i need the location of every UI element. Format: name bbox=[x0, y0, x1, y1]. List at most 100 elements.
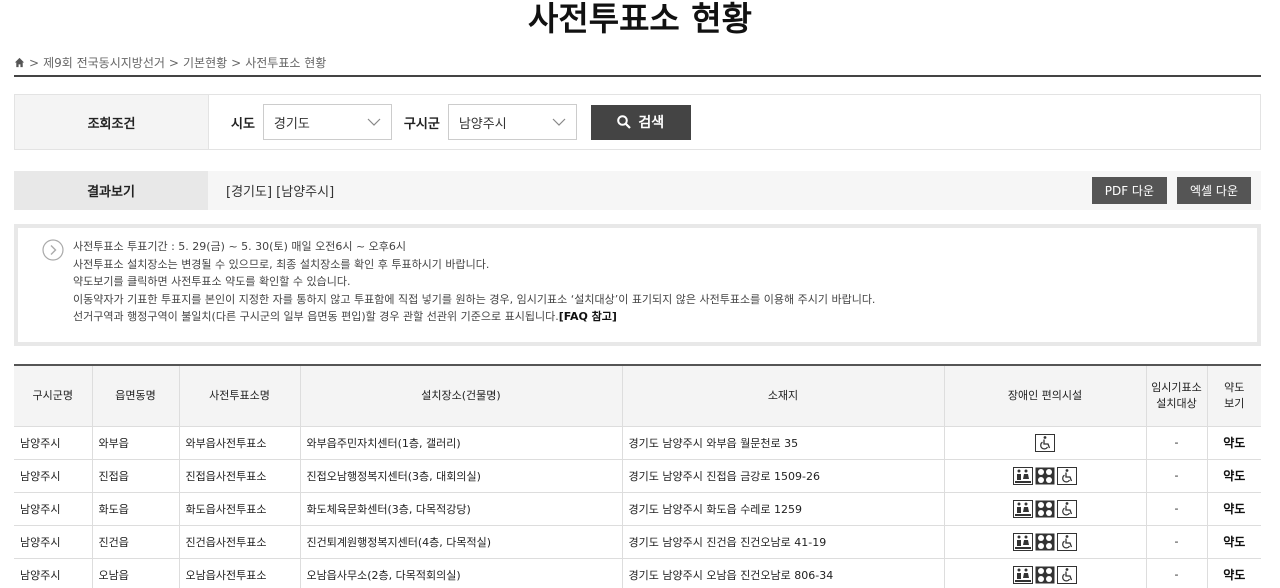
table-header-row: 구시군명 읍면동명 사전투표소명 설치장소(건물명) 소재지 장애인 편의시설 … bbox=[14, 364, 1261, 427]
faq-link[interactable]: [FAQ 참고] bbox=[559, 310, 617, 323]
header-station: 사전투표소명 bbox=[179, 364, 301, 427]
header-facilities: 장애인 편의시설 bbox=[944, 364, 1147, 427]
gusigun-select-value: 남양주시 bbox=[458, 116, 507, 132]
table-row: 남양주시 화도읍 화도읍사전투표소 화도체육문화센터(3층, 다목적강당) 경기도 남양… bbox=[14, 492, 1261, 526]
polling-station-table: 구시군명 읍면동명 사전투표소명 설치장소(건물명) 소재지 장애인 편의시설 … bbox=[14, 364, 1261, 588]
table-row: 남양주시 진접읍 진접읍사전투표소 진접오남행정복지센터(3층, 대회의실) 경기도 남… bbox=[14, 459, 1261, 493]
header-gusigun: 구시군명 bbox=[14, 364, 93, 427]
search-panel: 조회조건 시도 경기도 구시군 남양주시 검색 bbox=[14, 94, 1261, 150]
cell-temp-booth: - bbox=[1146, 426, 1208, 460]
gusigun-label: 구시군 bbox=[403, 116, 440, 132]
wheelchair-icon bbox=[1057, 499, 1077, 518]
wheelchair-icon bbox=[1057, 466, 1077, 485]
cell-station: 진접읍사전투표소 bbox=[179, 459, 301, 493]
cell-temp-booth: - bbox=[1146, 525, 1208, 559]
result-bar: 결과보기 [경기도] [남양주시] PDF 다운 엑셀 다운 bbox=[14, 171, 1261, 210]
table-row: 남양주시 진건읍 진건읍사전투표소 진건퇴계원행정복지센터(4층, 다목적실) 경기도 … bbox=[14, 525, 1261, 559]
header-eupmyeon: 읍면동명 bbox=[92, 364, 180, 427]
table-row: 남양주시 와부읍 와부읍사전투표소 와부읍주민자치센터(1층, 갤러리) 경기도 남양주… bbox=[14, 426, 1261, 460]
header-temp-line2: 설치대상 bbox=[1156, 396, 1197, 410]
home-icon[interactable] bbox=[14, 57, 25, 68]
facility-icons bbox=[1013, 565, 1077, 584]
breadcrumb-item-election[interactable]: 제9회 전국동시지방선거 bbox=[43, 54, 165, 71]
breadcrumb-separator: > bbox=[29, 55, 40, 70]
cell-gusigun: 남양주시 bbox=[14, 459, 93, 493]
circle-arrow-icon bbox=[42, 239, 64, 261]
cell-place: 와부읍주민자치센터(1층, 갤러리) bbox=[300, 426, 623, 460]
cell-station: 화도읍사전투표소 bbox=[179, 492, 301, 526]
cell-place: 진접오남행정복지센터(3층, 대회의실) bbox=[300, 459, 623, 493]
sido-label: 시도 bbox=[231, 116, 255, 132]
cell-facilities bbox=[944, 426, 1147, 460]
search-icon bbox=[617, 115, 632, 129]
title-divider bbox=[14, 75, 1261, 77]
excel-download-button[interactable]: 엑셀 다운 bbox=[1177, 177, 1251, 204]
table-row: 남양주시 오남읍 오남읍사전투표소 오남읍사무소(2층, 다목적회의실) 경기도 남양주… bbox=[14, 558, 1261, 588]
notice-line-map: 약도보기를 클릭하면 사전투표소 약도를 확인할 수 있습니다. bbox=[73, 275, 351, 289]
cell-address: 경기도 남양주시 진접읍 금강로 1509-26 bbox=[622, 459, 945, 493]
cell-station: 오남읍사전투표소 bbox=[179, 558, 301, 588]
cell-gusigun: 남양주시 bbox=[14, 426, 93, 460]
pdf-download-button[interactable]: PDF 다운 bbox=[1091, 177, 1168, 204]
header-map: 약도보기 bbox=[1207, 364, 1261, 427]
notice-line-period: 사전투표소 투표기간 : 5. 29(금) ~ 5. 30(토) 매일 오전6시… bbox=[73, 240, 407, 253]
cell-place: 진건퇴계원행정복지센터(4층, 다목적실) bbox=[300, 525, 623, 559]
notice-line-district-text: 선거구역과 행정구역이 불일치(다른 구시군의 일부 읍면동 편입)할 경우 관… bbox=[73, 310, 559, 324]
search-button[interactable]: 검색 bbox=[590, 104, 691, 140]
cell-eupmyeon: 진접읍 bbox=[92, 459, 180, 493]
elevator-icon bbox=[1035, 533, 1055, 550]
header-map-line2: 보기 bbox=[1224, 396, 1245, 410]
result-filter-text: [경기도] [남양주시] bbox=[226, 185, 335, 200]
accessible-toilet-icon bbox=[1013, 466, 1033, 485]
cell-temp-booth: - bbox=[1146, 459, 1208, 493]
facility-icons bbox=[1013, 499, 1077, 518]
map-link[interactable]: 약도 bbox=[1207, 426, 1261, 460]
map-link[interactable]: 약도 bbox=[1207, 558, 1261, 588]
breadcrumb-separator: > bbox=[231, 55, 242, 70]
header-address: 소재지 bbox=[622, 364, 945, 427]
cell-temp-booth: - bbox=[1146, 492, 1208, 526]
cell-station: 와부읍사전투표소 bbox=[179, 426, 301, 460]
facility-icons bbox=[1013, 532, 1077, 551]
map-link[interactable]: 약도 bbox=[1207, 525, 1261, 559]
cell-address: 경기도 남양주시 와부읍 월문천로 35 bbox=[622, 426, 945, 460]
cell-address: 경기도 남양주시 화도읍 수레로 1259 bbox=[622, 492, 945, 526]
search-button-label: 검색 bbox=[638, 115, 665, 131]
wheelchair-icon bbox=[1035, 433, 1055, 452]
cell-facilities bbox=[944, 558, 1147, 588]
cell-facilities bbox=[944, 459, 1147, 493]
breadcrumb: > 제9회 전국동시지방선거 > 기본현황 > 사전투표소 현황 bbox=[14, 54, 326, 71]
cell-place: 오남읍사무소(2층, 다목적회의실) bbox=[300, 558, 623, 588]
sido-select[interactable]: 경기도 bbox=[262, 104, 392, 140]
result-label: 결과보기 bbox=[14, 171, 208, 210]
accessible-toilet-icon bbox=[1013, 565, 1033, 584]
wheelchair-icon bbox=[1057, 565, 1077, 584]
map-link[interactable]: 약도 bbox=[1207, 459, 1261, 493]
cell-station: 진건읍사전투표소 bbox=[179, 525, 301, 559]
notice-line-mobility: 이동약자가 기표한 투표지를 본인이 지정한 자를 통하지 않고 투표함에 직접… bbox=[73, 292, 876, 306]
header-map-line1: 약도 bbox=[1224, 380, 1245, 394]
cell-facilities bbox=[944, 492, 1147, 526]
facility-icons bbox=[1035, 433, 1055, 452]
accessible-toilet-icon bbox=[1013, 499, 1033, 518]
header-temp-line1: 임시기표소 bbox=[1151, 380, 1202, 394]
cell-eupmyeon: 와부읍 bbox=[92, 426, 180, 460]
breadcrumb-item-basic[interactable]: 기본현황 bbox=[183, 54, 227, 71]
cell-address: 경기도 남양주시 진건읍 진건오남로 41-19 bbox=[622, 525, 945, 559]
gusigun-select[interactable]: 남양주시 bbox=[447, 104, 577, 140]
notice-line-district: 선거구역과 행정구역이 불일치(다른 구시군의 일부 읍면동 편입)할 경우 관… bbox=[73, 308, 1257, 326]
elevator-icon bbox=[1035, 500, 1055, 517]
breadcrumb-item-current[interactable]: 사전투표소 현황 bbox=[245, 54, 326, 71]
elevator-icon bbox=[1035, 467, 1055, 484]
cell-temp-booth: - bbox=[1146, 558, 1208, 588]
cell-address: 경기도 남양주시 오남읍 진건오남로 806-34 bbox=[622, 558, 945, 588]
accessible-toilet-icon bbox=[1013, 532, 1033, 551]
wheelchair-icon bbox=[1057, 532, 1077, 551]
sido-select-value: 경기도 bbox=[273, 116, 310, 132]
elevator-icon bbox=[1035, 566, 1055, 583]
notice-line-change: 사전투표소 설치장소는 변경될 수 있으므로, 최종 설치장소를 확인 후 투표… bbox=[73, 257, 490, 271]
breadcrumb-separator: > bbox=[168, 55, 179, 70]
cell-facilities bbox=[944, 525, 1147, 559]
map-link[interactable]: 약도 bbox=[1207, 492, 1261, 526]
chevron-down-icon bbox=[367, 118, 381, 126]
